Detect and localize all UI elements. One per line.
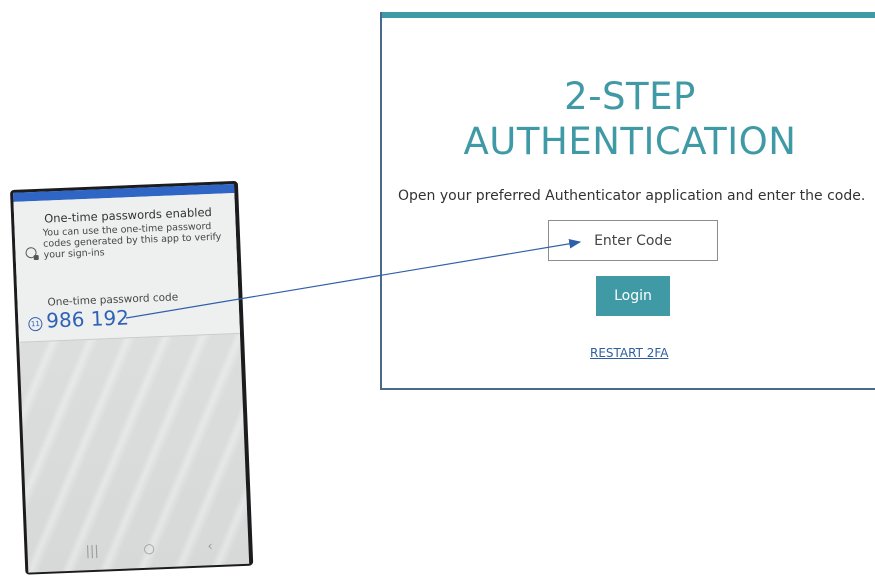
notification-body: You can use the one-time password codes … — [42, 220, 222, 261]
back-icon[interactable]: ‹ — [207, 539, 213, 554]
otp-notification-card: One-time passwords enabled You can use t… — [13, 193, 240, 343]
two-step-auth-panel: 2-STEP AUTHENTICATION Open your preferre… — [380, 12, 875, 390]
phone-photo: One-time passwords enabled You can use t… — [10, 180, 254, 575]
annotated-screenshot: 2-STEP AUTHENTICATION Open your preferre… — [0, 0, 875, 578]
lock-icon — [25, 246, 37, 259]
phone-nav-bar: ||| ○ ‹ — [27, 532, 249, 569]
title-line-1: 2-STEP — [564, 75, 696, 118]
otp-code: 986 192 — [45, 305, 130, 333]
panel-top-band — [382, 12, 875, 18]
phone-screen: One-time passwords enabled You can use t… — [13, 184, 250, 573]
title-line-2: AUTHENTICATION — [463, 120, 797, 163]
login-button[interactable]: Login — [596, 276, 670, 316]
timer-icon: 11 — [28, 316, 43, 332]
page-title: 2-STEP AUTHENTICATION — [382, 74, 875, 164]
recent-apps-icon[interactable]: ||| — [85, 544, 99, 560]
code-input[interactable] — [548, 220, 718, 261]
home-icon[interactable]: ○ — [143, 541, 155, 556]
instructions-text: Open your preferred Authenticator applic… — [398, 188, 866, 204]
restart-2fa-link[interactable]: RESTART 2FA — [590, 346, 668, 360]
